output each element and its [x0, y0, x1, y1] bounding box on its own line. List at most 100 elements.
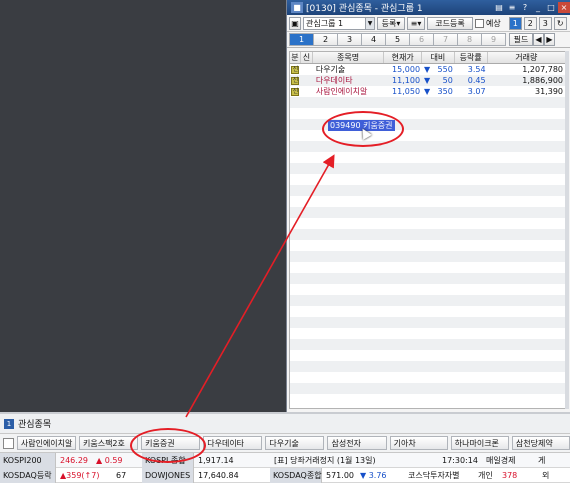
down-arrow-icon: ▼	[424, 87, 431, 96]
table-row[interactable]: 신 다우데이타 11,100 ▼ 50 0.45 1,886,900	[290, 75, 565, 86]
news-headline[interactable]: [표] 당좌거래정지 (1월 13일)	[270, 455, 438, 466]
index-ticker-row-1: KOSPI200 246.29 ▲ 0.59 KOSPI 종합 1,917.14…	[0, 452, 570, 468]
table-row[interactable]	[290, 97, 565, 108]
tab-3[interactable]: 3	[337, 33, 362, 46]
window-titlebar[interactable]: ■ [0130] 관심종목 - 관심그룹 1 ▤ ≡ ? _ □ ×	[287, 0, 570, 15]
kosdaq-rise-count: 67	[116, 470, 127, 480]
tab-9[interactable]: 9	[481, 33, 506, 46]
investor-label: 코스닥투자자별	[408, 470, 460, 480]
prev-button[interactable]: ◀	[533, 33, 544, 46]
tab-8[interactable]: 8	[457, 33, 482, 46]
kospi-value: 1,917.14	[198, 455, 234, 465]
table-row[interactable]	[290, 262, 565, 273]
rate-cell: 3.54	[467, 65, 486, 74]
grid-scrollbar[interactable]	[565, 51, 569, 409]
table-row[interactable]	[290, 350, 565, 361]
tab-6[interactable]: 6	[409, 33, 434, 46]
quick-item[interactable]: 하나마이크론	[450, 436, 509, 450]
view-menu-button[interactable]: ≡▾	[407, 16, 425, 30]
rate-cell: 3.07	[467, 87, 486, 96]
window-icon: ■	[291, 2, 303, 13]
price-cell: 11,100	[392, 76, 421, 85]
table-row[interactable]: 신 사람인에이치알 11,050 ▼ 350 3.07 31,390	[290, 86, 565, 97]
stock-name-cell[interactable]: 사람인에이치알	[313, 86, 384, 97]
table-row[interactable]	[290, 196, 565, 207]
page-1-button[interactable]: 1	[508, 16, 522, 30]
rate-cell: 0.45	[467, 76, 486, 85]
tab-1[interactable]: 1	[289, 33, 314, 46]
col-header-name[interactable]: 종목명	[313, 52, 385, 63]
table-row[interactable]	[290, 295, 565, 306]
page-2-button[interactable]: 2	[523, 16, 537, 30]
maximize-icon[interactable]: □	[545, 2, 557, 13]
col-header-price[interactable]: 현재가	[384, 52, 423, 63]
quick-item[interactable]: 사람인에이치알	[16, 436, 76, 450]
close-icon[interactable]: ×	[558, 2, 570, 13]
quick-item[interactable]: 삼성전자	[327, 436, 387, 450]
stock-name-cell[interactable]: 다우기술	[313, 64, 384, 75]
minimize-icon[interactable]: _	[532, 2, 544, 13]
tab-5[interactable]: 5	[385, 33, 410, 46]
investor-more[interactable]: 외	[538, 470, 553, 481]
tab-7[interactable]: 7	[433, 33, 458, 46]
table-row[interactable]	[290, 207, 565, 218]
stock-name-cell[interactable]: 다우데이타	[313, 75, 384, 86]
table-row[interactable]	[290, 218, 565, 229]
watchlist-window: ■ [0130] 관심종목 - 관심그룹 1 ▤ ≡ ? _ □ × ▣ 관심그…	[286, 0, 570, 412]
table-row[interactable]	[290, 185, 565, 196]
bottom-panel: 1 관심종목 사람인에이치알 키움스팩2호 키움증권 다우데이타 다우기술 삼성…	[0, 412, 570, 483]
save-icon[interactable]: ▣	[289, 16, 301, 30]
stock-grid[interactable]: 분 신 종목명 현재가 대비 등락률 거래량 신 다우기술 15,000 ▼ 550 3.…	[289, 51, 566, 409]
dowjones-label: DOWJONES	[142, 467, 194, 483]
table-row[interactable]	[290, 163, 565, 174]
col-header-rate[interactable]: 등락률	[455, 52, 488, 63]
tab-2[interactable]: 2	[313, 33, 338, 46]
help-icon[interactable]: ?	[519, 2, 531, 13]
change-value: 50	[442, 76, 453, 85]
dowjones-value: 17,640.84	[198, 470, 239, 480]
news-more[interactable]: 게	[534, 455, 549, 466]
forecast-checkbox[interactable]	[475, 18, 484, 28]
table-row[interactable]	[290, 273, 565, 284]
table-row[interactable]	[290, 306, 565, 317]
change-value: 350	[437, 87, 453, 96]
table-row[interactable]	[290, 383, 565, 394]
quick-bar-settings-icon[interactable]	[3, 437, 14, 449]
quick-item[interactable]: 기아차	[389, 436, 448, 450]
refresh-icon[interactable]: ↻	[553, 16, 567, 30]
quick-item[interactable]: 다우데이타	[203, 436, 263, 450]
col-header-category[interactable]: 분	[290, 52, 301, 63]
table-row[interactable]	[290, 284, 565, 295]
tab-4[interactable]: 4	[361, 33, 386, 46]
table-row[interactable]	[290, 152, 565, 163]
field-button[interactable]: 필드	[509, 33, 533, 46]
kospi200-label: KOSPI200	[0, 452, 56, 468]
col-header-credit[interactable]: 신	[301, 52, 313, 63]
col-header-volume[interactable]: 거래량	[488, 52, 565, 63]
quick-item[interactable]: 삼천당제약	[511, 436, 570, 450]
table-row[interactable]: 신 다우기술 15,000 ▼ 550 3.54 1,207,780	[290, 64, 565, 75]
table-row[interactable]	[290, 240, 565, 251]
price-cell: 15,000	[392, 65, 421, 74]
table-row[interactable]	[290, 141, 565, 152]
table-row[interactable]	[290, 361, 565, 372]
table-row[interactable]	[290, 317, 565, 328]
menu-icon[interactable]: ≡	[506, 2, 518, 13]
table-row[interactable]	[290, 229, 565, 240]
register-button[interactable]: 등록 ▾	[377, 16, 405, 30]
table-row[interactable]	[290, 394, 565, 405]
table-row[interactable]	[290, 328, 565, 339]
next-button[interactable]: ▶	[544, 33, 555, 46]
code-register-button[interactable]: 코드등록	[427, 16, 473, 30]
quick-item[interactable]: 다우기술	[265, 436, 325, 450]
forecast-label: 예상	[486, 18, 501, 28]
category-cell: 신	[290, 64, 301, 75]
layout-icon[interactable]: ▤	[493, 2, 505, 13]
group-select[interactable]: 관심그룹 1 ▼	[303, 16, 375, 30]
page-3-button[interactable]: 3	[538, 16, 552, 30]
table-row[interactable]	[290, 174, 565, 185]
col-header-change[interactable]: 대비	[422, 52, 455, 63]
table-row[interactable]	[290, 372, 565, 383]
table-row[interactable]	[290, 251, 565, 262]
table-row[interactable]	[290, 339, 565, 350]
